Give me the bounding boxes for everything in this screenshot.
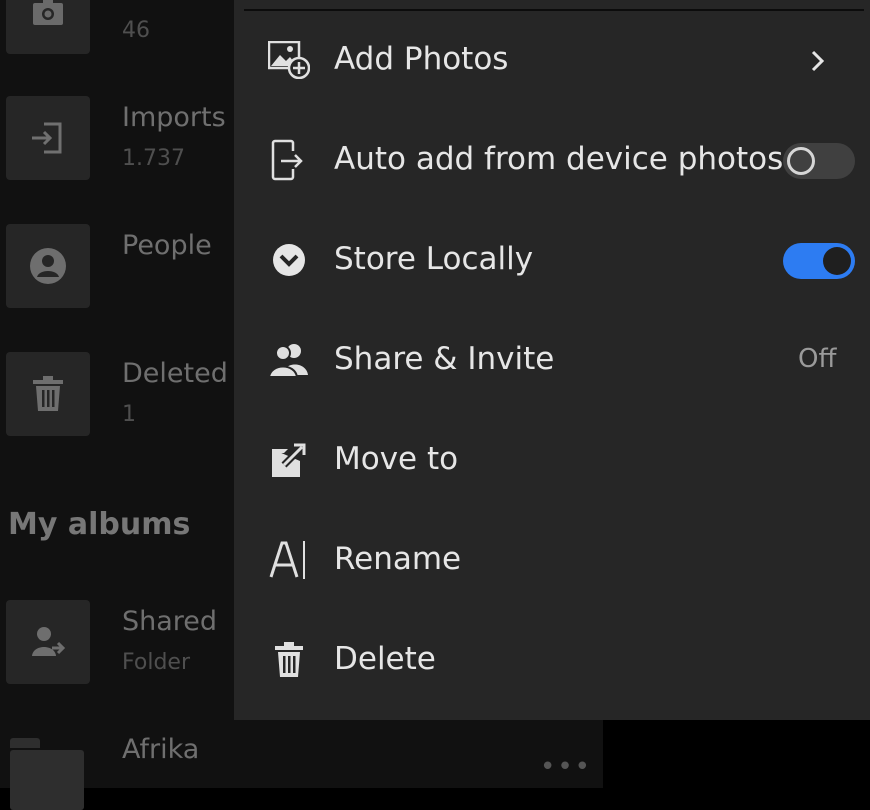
person-icon <box>6 224 90 308</box>
trash-icon <box>6 352 90 436</box>
device-share-icon <box>268 139 310 181</box>
menu-item-label: Rename <box>334 541 462 577</box>
shared-folder-icon <box>6 600 90 684</box>
section-title: My albums <box>8 507 191 542</box>
chevron-circle-icon <box>268 239 310 281</box>
chevron-right-icon <box>806 46 830 76</box>
album-context-menu: Add Photos Auto add from device photos S… <box>234 0 870 720</box>
camera-icon <box>6 0 90 54</box>
menu-item-auto-add[interactable]: Auto add from device photos <box>234 111 870 211</box>
list-item-count: 1.737 <box>122 146 185 171</box>
menu-item-move-to[interactable]: Move to <box>234 411 870 511</box>
menu-item-label: Store Locally <box>334 241 534 277</box>
trash-icon <box>268 639 310 681</box>
album-subtitle: Folder <box>122 650 190 675</box>
menu-item-store-locally[interactable]: Store Locally <box>234 211 870 311</box>
list-item-title: Deleted <box>122 358 228 389</box>
folder-icon <box>10 738 40 748</box>
menu-item-share-invite[interactable]: Share & Invite Off <box>234 311 870 411</box>
album-title: Afrika <box>122 734 200 765</box>
album-item-afrika[interactable]: Afrika ••• <box>0 728 603 810</box>
list-item-title: People <box>122 230 212 261</box>
move-icon <box>268 439 310 481</box>
album-title: Shared <box>122 606 218 637</box>
auto-add-toggle[interactable] <box>783 143 855 179</box>
people-icon <box>268 339 310 381</box>
menu-item-add-photos[interactable]: Add Photos <box>234 11 870 111</box>
menu-item-delete[interactable]: Delete <box>234 611 870 711</box>
store-locally-toggle[interactable] <box>783 243 855 279</box>
list-item-title: Imports <box>122 102 226 133</box>
share-status: Off <box>798 344 837 374</box>
list-item-count: 1 <box>122 402 136 427</box>
menu-item-label: Move to <box>334 441 459 477</box>
menu-item-label: Share & Invite <box>334 341 555 377</box>
menu-item-label: Auto add from device photos <box>334 141 784 177</box>
more-options-button[interactable]: ••• <box>540 752 592 782</box>
toggle-knob <box>823 247 851 275</box>
background-black-area <box>603 720 870 788</box>
import-icon <box>6 96 90 180</box>
menu-item-rename[interactable]: Rename <box>234 511 870 611</box>
add-photo-icon <box>268 39 310 81</box>
folder-thumbnail <box>10 750 84 810</box>
toggle-knob <box>787 147 815 175</box>
menu-item-label: Add Photos <box>334 41 509 77</box>
list-item-count: 46 <box>122 18 150 43</box>
menu-item-label: Delete <box>334 641 436 677</box>
rename-icon <box>268 539 310 581</box>
